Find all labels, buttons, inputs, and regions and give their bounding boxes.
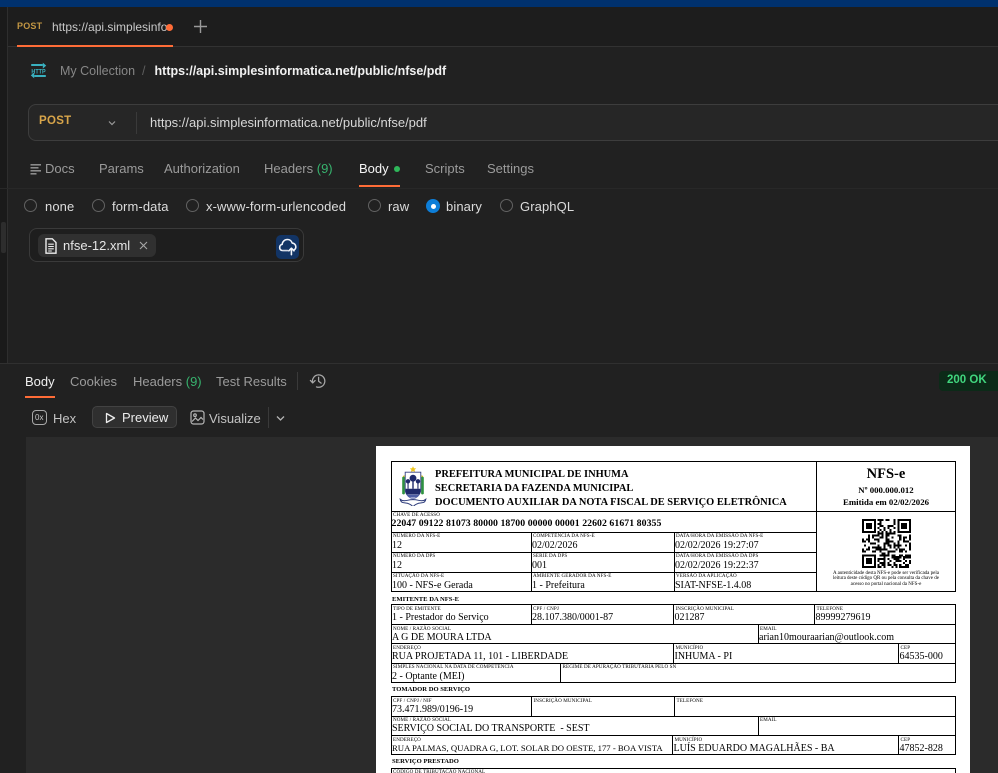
svg-text:HTTP: HTTP — [31, 69, 46, 76]
